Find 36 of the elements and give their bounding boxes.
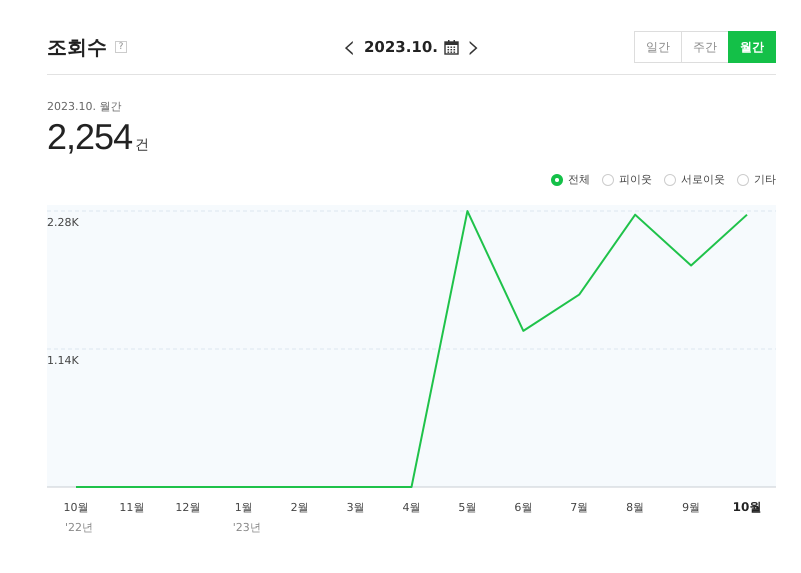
legend-option[interactable]: 전체 <box>551 172 590 187</box>
x-tick-label: 7월 <box>570 501 588 514</box>
x-tick-label: 11월 <box>119 501 144 514</box>
next-button[interactable]: › <box>465 32 483 62</box>
x-tick-label: 10월 <box>732 500 762 514</box>
previous-button[interactable]: ‹ <box>340 32 358 62</box>
radio-icon[interactable] <box>664 174 676 186</box>
x-tick-label: 12월 <box>175 501 200 514</box>
period-tab[interactable]: 일간 <box>634 31 682 63</box>
x-tick-label: 9월 <box>682 501 700 514</box>
count-unit: 건 <box>135 136 150 154</box>
year-label: '23년 <box>232 521 261 534</box>
x-tick-label: 3월 <box>346 501 365 514</box>
radio-icon[interactable] <box>551 174 563 186</box>
radio-icon[interactable] <box>737 174 749 186</box>
legend-option[interactable]: 서로이웃 <box>664 172 725 187</box>
legend-option[interactable]: 기타 <box>737 172 776 187</box>
x-tick-label: 6월 <box>514 501 532 514</box>
y-tick-label: 1.14K <box>47 354 79 368</box>
page-title: 조회수 <box>47 34 107 60</box>
period-tab[interactable]: 주간 <box>681 31 729 63</box>
x-tick-label: 2월 <box>290 501 309 514</box>
y-tick-label: 2.28K <box>47 216 79 230</box>
x-tick-label: 4월 <box>402 501 420 514</box>
legend-option[interactable]: 피이웃 <box>602 172 652 187</box>
x-tick-label: 1월 <box>234 501 253 514</box>
summary-caption: 2023.10. 월간 <box>47 99 122 114</box>
help-icon[interactable]: ? <box>115 41 127 53</box>
x-tick-label: 5월 <box>458 501 476 514</box>
x-tick-label: 8월 <box>626 501 644 514</box>
radio-icon[interactable] <box>602 174 614 186</box>
total-count: 2,254 <box>47 116 132 158</box>
period-label: 2023.10. <box>364 38 438 56</box>
calendar-icon[interactable] <box>444 40 460 54</box>
x-tick-label: 10월 <box>64 501 88 514</box>
year-label: '22년 <box>65 521 94 534</box>
